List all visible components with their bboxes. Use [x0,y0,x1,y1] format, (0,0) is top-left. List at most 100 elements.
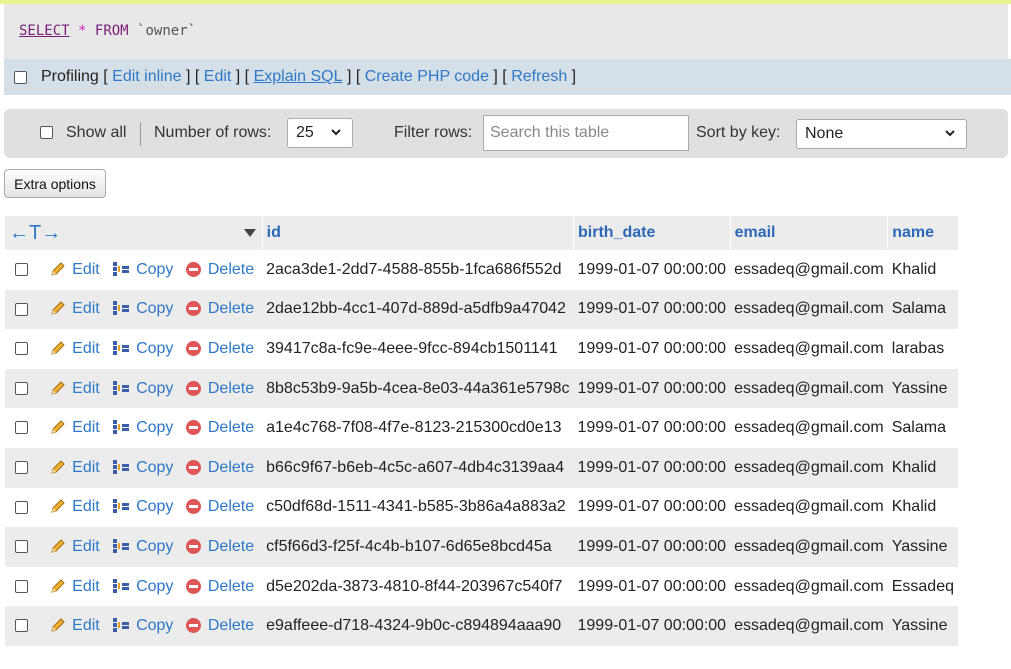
edit-action[interactable]: Edit [36,566,109,607]
cell-name[interactable]: larabas [887,329,958,369]
cell-email[interactable]: essadeq@gmail.com [730,329,888,369]
edit-action[interactable]: Edit [36,368,109,409]
cell-birth-date[interactable]: 1999-01-07 00:00:00 [573,329,731,369]
cell-birth-date[interactable]: 1999-01-07 00:00:00 [573,408,731,448]
edit-action[interactable]: Edit [36,329,109,369]
edit-action[interactable]: Edit [36,527,109,567]
cell-name[interactable]: Khalid [887,250,958,290]
copy-action[interactable]: Copy [108,368,182,409]
delete-action[interactable]: Delete [181,368,263,409]
edit-action[interactable]: Edit [36,408,109,448]
cell-name[interactable]: Khalid [887,447,958,488]
row-checkbox[interactable] [14,302,28,316]
delete-action[interactable]: Delete [181,447,263,488]
cell-birth-date[interactable]: 1999-01-07 00:00:00 [573,289,731,330]
edit-inline-link[interactable]: Edit inline [112,68,181,86]
copy-action[interactable]: Copy [108,606,182,646]
cell-id[interactable]: cf5f66d3-f25f-4c4b-b107-6d65e8bcd45a [262,527,574,567]
column-header-email[interactable]: email [729,216,888,250]
cell-email[interactable]: essadeq@gmail.com [730,447,888,488]
copy-action[interactable]: Copy [108,250,182,290]
copy-action[interactable]: Copy [108,527,182,567]
profiling-checkbox[interactable] [14,70,27,84]
sql-query-box[interactable]: SELECT * FROM `owner` [4,4,1008,59]
cell-id[interactable]: 2aca3de1-2dd7-4588-855b-1fca686f552d [262,250,574,290]
rows-select[interactable]: 25 [287,118,353,148]
cell-name[interactable]: Salama [887,289,958,330]
create-php-code-link[interactable]: Create PHP code [365,68,489,86]
cell-birth-date[interactable]: 1999-01-07 00:00:00 [573,606,731,646]
delete-action[interactable]: Delete [181,487,263,528]
cell-email[interactable]: essadeq@gmail.com [730,527,888,567]
cell-birth-date[interactable]: 1999-01-07 00:00:00 [573,447,731,488]
row-checkbox[interactable] [14,263,28,277]
edit-link[interactable]: Edit [204,68,232,86]
row-checkbox[interactable] [14,342,28,356]
delete-action[interactable]: Delete [181,527,263,567]
edit-action[interactable]: Edit [36,289,109,330]
show-all-checkbox[interactable] [40,126,53,139]
cell-birth-date[interactable]: 1999-01-07 00:00:00 [573,368,731,409]
cell-id[interactable]: 8b8c53b9-9a5b-4cea-8e03-44a361e5798c [262,368,574,409]
column-move-arrows[interactable]: ←T→ [9,222,61,244]
cell-id[interactable]: d5e202da-3873-4810-8f44-203967c540f7 [262,566,574,607]
cell-email[interactable]: essadeq@gmail.com [730,289,888,330]
edit-action[interactable]: Edit [36,447,109,488]
column-header-id[interactable]: id [261,216,574,250]
row-checkbox[interactable] [14,579,28,593]
cell-email[interactable]: essadeq@gmail.com [730,368,888,409]
extra-options-button[interactable]: Extra options [4,169,106,198]
cell-id[interactable]: c50df68d-1511-4341-b585-3b86a4a883a2 [262,487,574,528]
cell-name[interactable]: Essadeq [887,566,958,607]
cell-email[interactable]: essadeq@gmail.com [730,250,888,290]
column-header-birth-date[interactable]: birth_date [573,216,731,250]
cell-name[interactable]: Yassine [887,368,958,409]
cell-email[interactable]: essadeq@gmail.com [730,606,888,646]
cell-email[interactable]: essadeq@gmail.com [730,408,888,448]
explain-sql-link[interactable]: Explain SQL [254,68,343,86]
row-checkbox[interactable] [14,421,28,435]
cell-email[interactable]: essadeq@gmail.com [730,487,888,528]
cell-name[interactable]: Yassine [887,527,958,567]
cell-name[interactable]: Yassine [887,606,958,646]
cell-email[interactable]: essadeq@gmail.com [730,566,888,607]
delete-action[interactable]: Delete [181,408,263,448]
show-all-label[interactable]: Show all [66,124,126,142]
edit-action[interactable]: Edit [36,606,109,646]
cell-id[interactable]: 2dae12bb-4cc1-407d-889d-a5dfb9a47042 [262,289,574,330]
copy-action[interactable]: Copy [108,487,182,528]
cell-id[interactable]: e9affeee-d718-4324-9b0c-c894894aaa90 [262,606,574,646]
sort-triangle-icon[interactable] [243,226,256,244]
row-checkbox[interactable] [14,500,28,514]
refresh-link[interactable]: Refresh [511,68,567,86]
delete-action[interactable]: Delete [181,329,263,369]
row-checkbox[interactable] [14,619,28,633]
cell-id[interactable]: b66c9f67-b6eb-4c5c-a607-4db4c3139aa4 [262,447,574,488]
search-input[interactable]: Search this table [483,115,689,151]
cell-name[interactable]: Khalid [887,487,958,528]
cell-id[interactable]: a1e4c768-7f08-4f7e-8123-215300cd0e13 [262,408,574,448]
row-checkbox[interactable] [14,540,28,554]
copy-action[interactable]: Copy [108,329,182,369]
sql-keyword-select[interactable]: SELECT [19,23,70,39]
edit-action[interactable]: Edit [36,487,109,528]
delete-action[interactable]: Delete [181,250,263,290]
cell-id[interactable]: 39417c8a-fc9e-4eee-9fcc-894cb1501141 [262,329,574,369]
column-header-name[interactable]: name [887,216,958,250]
row-checkbox[interactable] [14,461,28,475]
row-checkbox[interactable] [14,381,28,395]
cell-birth-date[interactable]: 1999-01-07 00:00:00 [573,566,731,607]
sort-by-key-select[interactable]: None [796,119,967,149]
delete-action[interactable]: Delete [181,566,263,607]
cell-birth-date[interactable]: 1999-01-07 00:00:00 [573,527,731,567]
edit-action[interactable]: Edit [36,250,109,290]
cell-name[interactable]: Salama [887,408,958,448]
copy-action[interactable]: Copy [108,289,182,330]
cell-birth-date[interactable]: 1999-01-07 00:00:00 [573,487,731,528]
delete-action[interactable]: Delete [181,289,263,330]
cell-birth-date[interactable]: 1999-01-07 00:00:00 [573,250,731,290]
copy-action[interactable]: Copy [108,447,182,488]
copy-action[interactable]: Copy [108,408,182,448]
copy-action[interactable]: Copy [108,566,182,607]
delete-action[interactable]: Delete [181,606,263,646]
